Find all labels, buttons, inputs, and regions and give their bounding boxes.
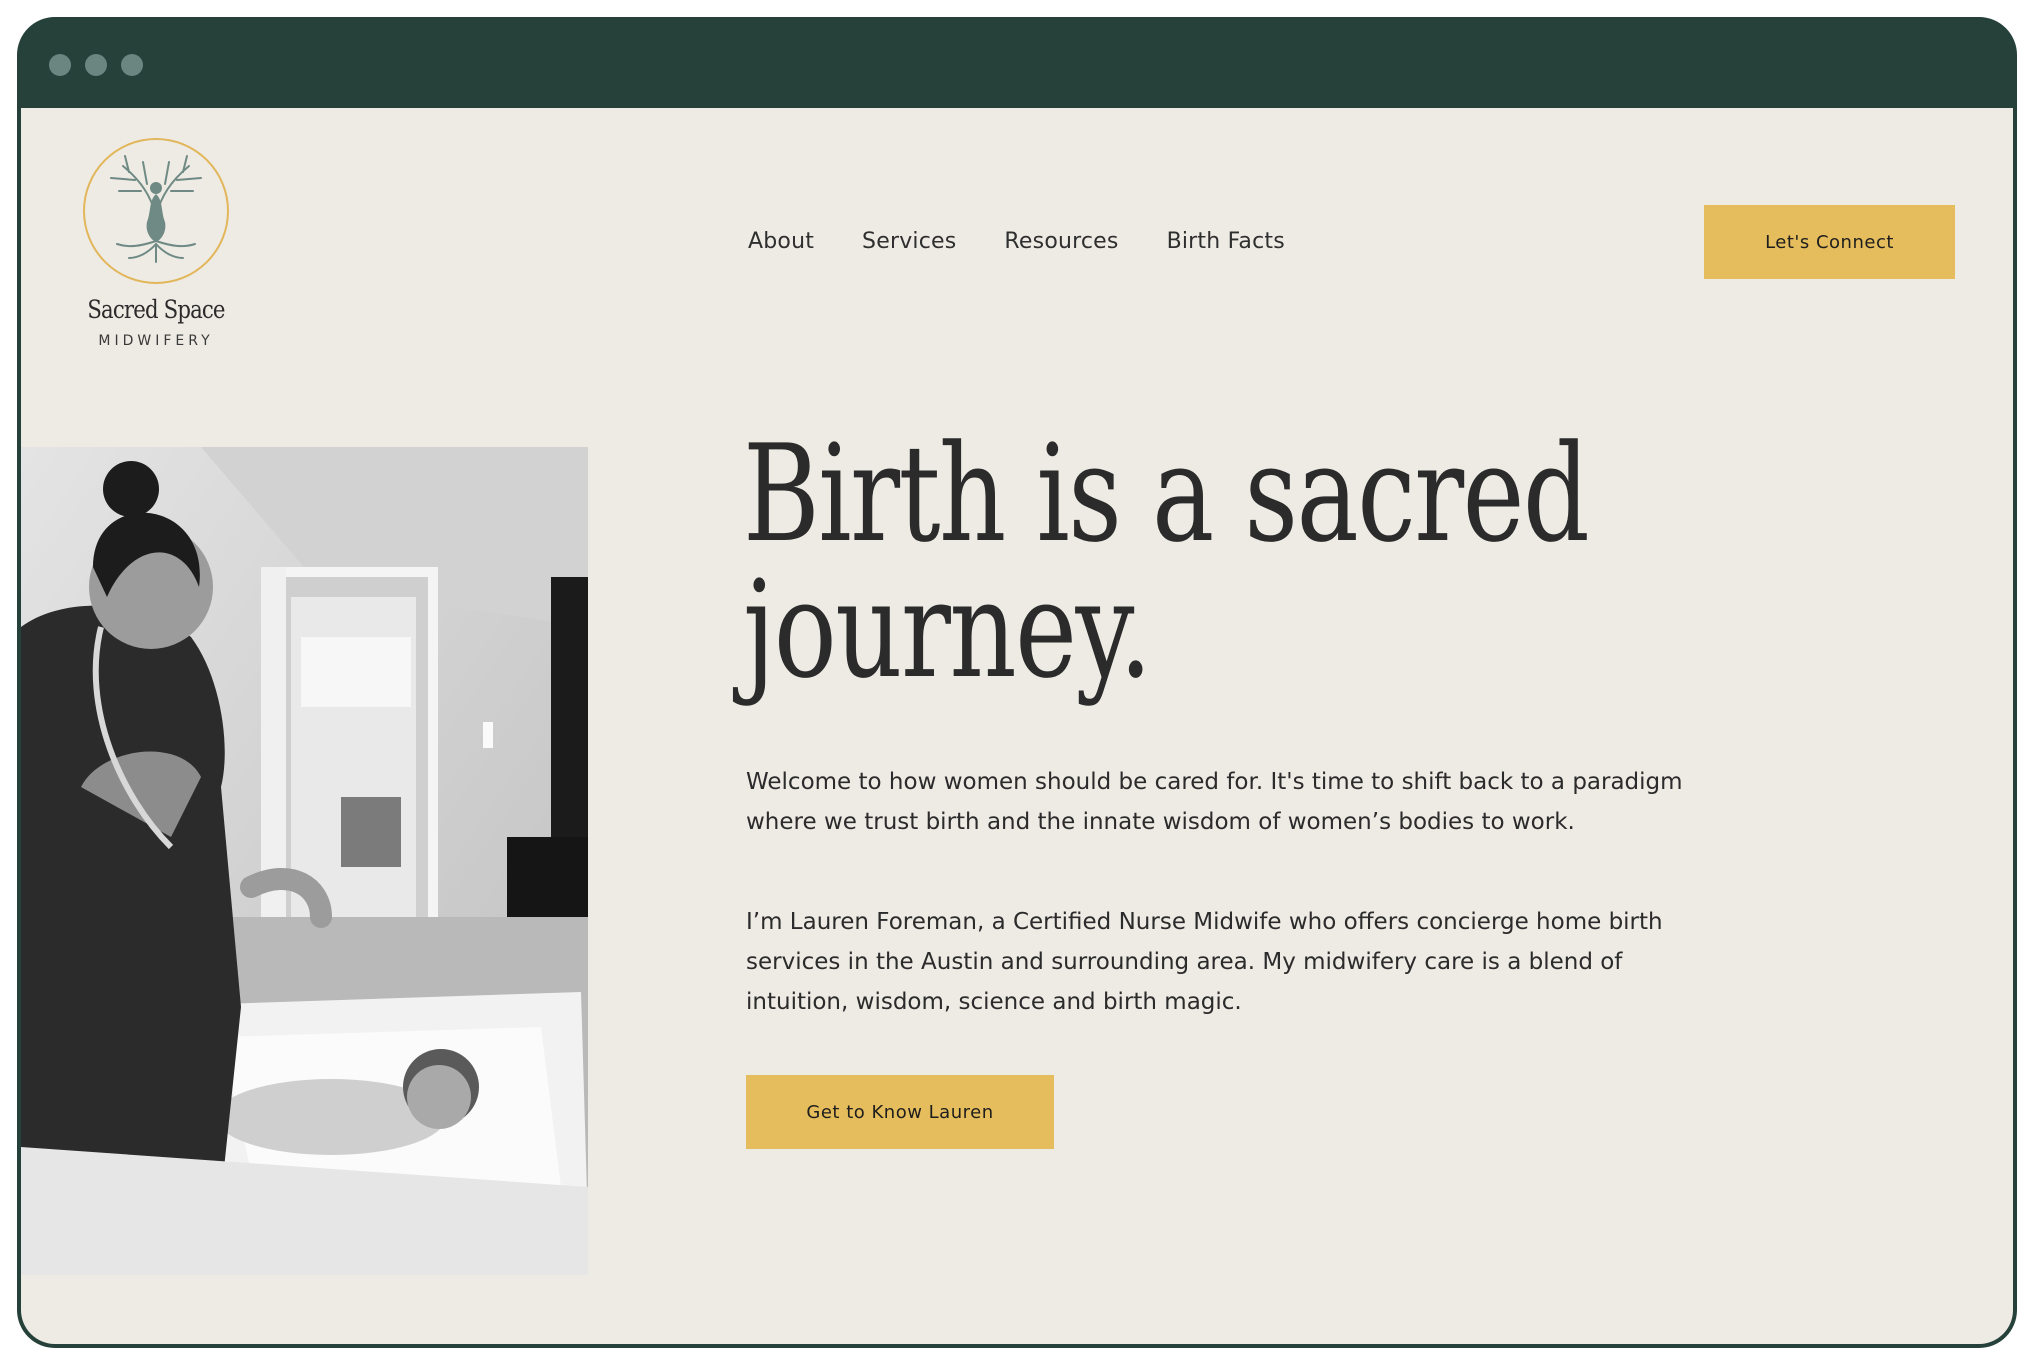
web-page: Sacred Space MIDWIFERY About Services Re… (21, 108, 2013, 1344)
nav-item-services[interactable]: Services (862, 229, 956, 261)
lets-connect-button[interactable]: Let's Connect (1704, 205, 1955, 279)
hero-headline: Birth is a sacred journey. (743, 416, 1590, 708)
midwife-with-newborn-photo (21, 447, 588, 1275)
tree-of-life-woman-icon (83, 138, 229, 284)
nav-item-resources[interactable]: Resources (1004, 229, 1118, 261)
main-nav: About Services Resources Birth Facts (748, 229, 1333, 261)
nav-item-birth-facts[interactable]: Birth Facts (1167, 229, 1285, 261)
get-to-know-lauren-button[interactable]: Get to Know Lauren (746, 1075, 1054, 1149)
logo-subtitle: MIDWIFERY (98, 333, 214, 349)
hero-headline-line-1: Birth is a sacred (743, 416, 1590, 572)
logo-wordmark: Sacred Space (87, 295, 225, 324)
hero-bio-paragraph: I’m Lauren Foreman, a Certified Nurse Mi… (746, 909, 1663, 1015)
nav-item-about[interactable]: About (748, 229, 814, 261)
hero-intro-paragraph: Welcome to how women should be cared for… (746, 769, 1683, 835)
browser-window: Sacred Space MIDWIFERY About Services Re… (17, 17, 2017, 1348)
hero-photo (21, 447, 588, 1275)
window-dot-icon[interactable] (121, 54, 143, 76)
window-dot-icon[interactable] (85, 54, 107, 76)
window-dot-icon[interactable] (49, 54, 71, 76)
browser-titlebar (17, 17, 2017, 108)
hero-headline-line-2: journey. (743, 552, 1152, 708)
